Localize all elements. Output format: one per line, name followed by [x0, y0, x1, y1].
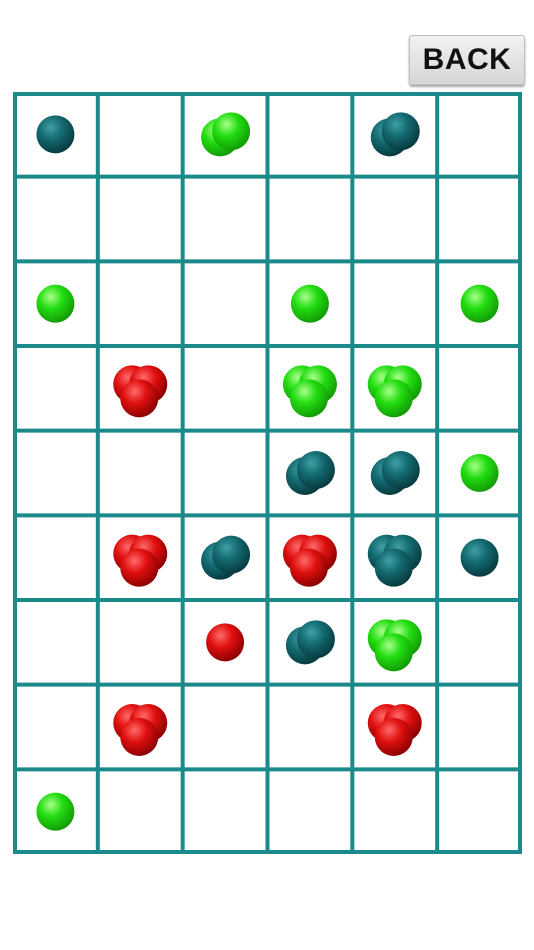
green-orb: [290, 284, 329, 323]
orb-cluster-green-1: [36, 792, 75, 831]
teal-orb: [374, 548, 413, 587]
board-cell-r7-c5[interactable]: [437, 685, 522, 770]
board-cell-r4-c2[interactable]: [183, 431, 268, 516]
board-cell-r1-c1[interactable]: [98, 177, 183, 262]
board-cell-r1-c0[interactable]: [13, 177, 98, 262]
teal-orb: [296, 620, 335, 659]
board-cell-r7-c2[interactable]: [183, 685, 268, 770]
board-cell-r2-c1[interactable]: [98, 261, 183, 346]
red-orb: [289, 548, 328, 587]
board-cell-r0-c3[interactable]: [268, 92, 353, 177]
orb-cluster-green-1: [290, 284, 329, 323]
red-orb: [120, 379, 159, 418]
board-cell-r6-c5[interactable]: [437, 600, 522, 685]
back-button[interactable]: BACK: [409, 35, 525, 85]
orb-cluster-teal-1: [460, 538, 499, 577]
teal-orb: [296, 451, 335, 489]
board-cell-r8-c4[interactable]: [352, 769, 437, 854]
green-orb: [374, 633, 413, 672]
board-cell-r8-c1[interactable]: [98, 769, 183, 854]
board-cell-r1-c4[interactable]: [352, 177, 437, 262]
green-orb: [36, 792, 75, 831]
teal-orb: [381, 112, 420, 151]
green-orb: [289, 379, 328, 418]
board-cell-r4-c0[interactable]: [13, 431, 98, 516]
game-board-grid: [13, 92, 522, 854]
green-orb: [460, 454, 499, 492]
board-cell-r0-c5[interactable]: [437, 92, 522, 177]
orb-cluster-green-1: [460, 284, 499, 323]
board-cell-r1-c2[interactable]: [183, 177, 268, 262]
teal-orb: [381, 451, 420, 489]
board-cell-r4-c1[interactable]: [98, 431, 183, 516]
board-cell-r1-c5[interactable]: [437, 177, 522, 262]
board-cell-r7-c3[interactable]: [268, 685, 353, 770]
board-cell-r6-c0[interactable]: [13, 600, 98, 685]
red-orb: [374, 718, 413, 756]
board-cell-r8-c2[interactable]: [183, 769, 268, 854]
green-orb: [460, 284, 499, 323]
red-orb: [206, 623, 245, 662]
board-cell-r8-c5[interactable]: [437, 769, 522, 854]
orb-cluster-red-1: [206, 623, 245, 662]
board-cell-r3-c0[interactable]: [13, 346, 98, 431]
red-orb: [120, 548, 159, 587]
orb-cluster-teal-1: [36, 115, 75, 154]
red-orb: [120, 718, 159, 756]
board-cell-r2-c4[interactable]: [352, 261, 437, 346]
orb-cluster-green-1: [460, 454, 499, 492]
board-cell-r3-c5[interactable]: [437, 346, 522, 431]
teal-orb: [36, 115, 75, 154]
green-orb: [212, 112, 251, 151]
board-cell-r3-c2[interactable]: [183, 346, 268, 431]
green-orb: [374, 379, 413, 418]
teal-orb: [212, 535, 251, 574]
game-board: [13, 92, 522, 854]
board-cell-r5-c0[interactable]: [13, 515, 98, 600]
board-cell-r1-c3[interactable]: [268, 177, 353, 262]
board-cell-r0-c1[interactable]: [98, 92, 183, 177]
board-cell-r6-c1[interactable]: [98, 600, 183, 685]
teal-orb: [460, 538, 499, 577]
orb-cluster-green-1: [36, 284, 75, 323]
board-cell-r8-c3[interactable]: [268, 769, 353, 854]
board-cell-r7-c0[interactable]: [13, 685, 98, 770]
board-cell-r2-c2[interactable]: [183, 261, 268, 346]
green-orb: [36, 284, 75, 323]
